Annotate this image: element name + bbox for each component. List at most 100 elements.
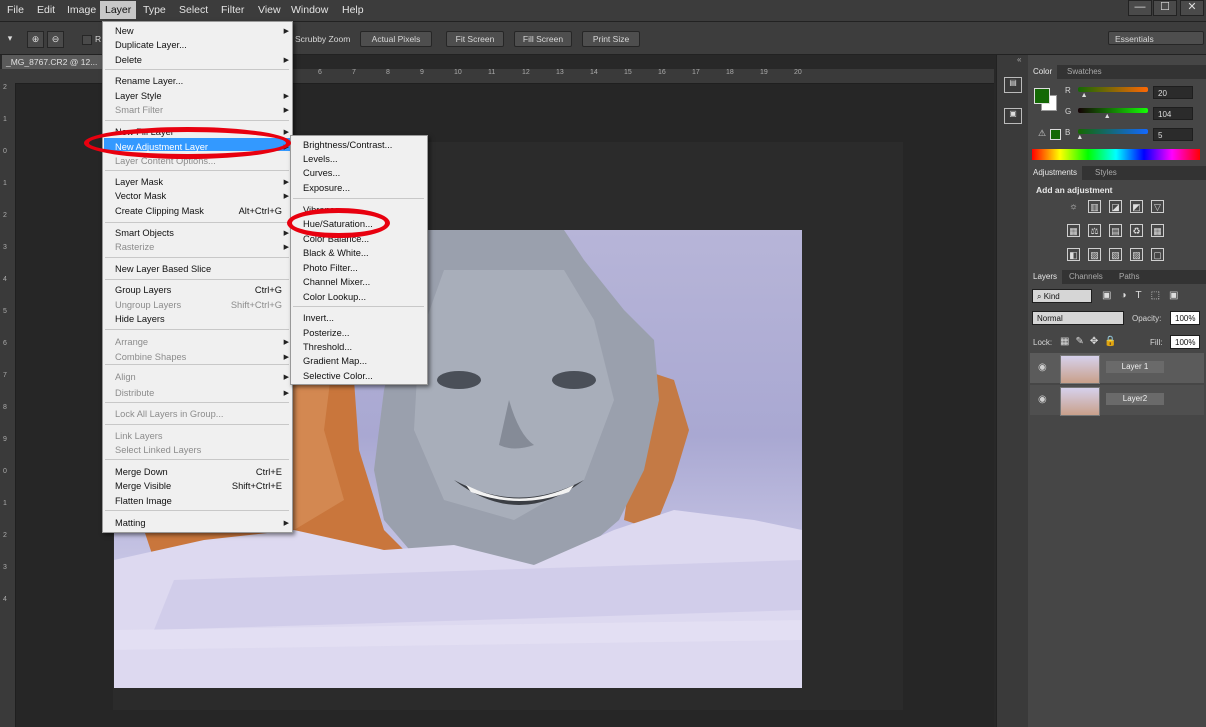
tool-preset-dropdown-icon[interactable]: ▾ xyxy=(4,31,16,46)
menu-item-new-fill-layer[interactable]: New Fill Layer ▶ xyxy=(103,127,292,140)
layer-filter-icons[interactable]: ▣◑T⬚▣ xyxy=(1102,290,1188,301)
gradient-map-adjustment-icon[interactable]: ▨ xyxy=(1130,248,1143,261)
fill-field[interactable]: 100% xyxy=(1170,335,1200,349)
brightness-adjustment-icon[interactable]: ☼ xyxy=(1067,200,1080,213)
menu-item-layer-mask[interactable]: Layer Mask ▶ xyxy=(103,177,292,190)
tab-styles[interactable]: Styles xyxy=(1090,166,1122,180)
document-tab[interactable]: _MG_8767.CR2 @ 12... xyxy=(2,55,106,69)
tab-color[interactable]: Color xyxy=(1028,65,1058,79)
menu-item-link-layers[interactable]: Link Layers xyxy=(103,431,292,444)
menu-help[interactable]: Help xyxy=(342,4,364,16)
menu-item-group-layers[interactable]: Group Layers Ctrl+G xyxy=(103,285,292,298)
menu-type[interactable]: Type xyxy=(143,4,166,16)
menu-item-delete[interactable]: Delete ▶ xyxy=(103,55,292,68)
menu-item-arrange[interactable]: Arrange ▶ xyxy=(103,337,292,350)
photo-filter-adjustment-icon[interactable]: ♻ xyxy=(1130,224,1143,237)
menu-window[interactable]: Window xyxy=(291,4,328,16)
threshold-adjustment-icon[interactable]: ▧ xyxy=(1109,248,1122,261)
tab-paths[interactable]: Paths xyxy=(1114,270,1144,284)
layer-row[interactable]: ◉ Layer 1 xyxy=(1030,353,1204,384)
submenu-item-color-balance[interactable]: Color Balance... xyxy=(303,234,369,244)
print-size-button[interactable]: Print Size xyxy=(582,31,640,47)
lock-icons[interactable]: ▦✎✥🔒 xyxy=(1060,336,1123,347)
zoom-in-icon[interactable]: ⊕ xyxy=(27,31,44,48)
tab-adjustments[interactable]: Adjustments xyxy=(1028,166,1083,180)
menu-edit[interactable]: Edit xyxy=(37,4,55,16)
exposure-adjustment-icon[interactable]: ◩ xyxy=(1130,200,1143,213)
menu-item-merge-visible[interactable]: Merge Visible Shift+Ctrl+E xyxy=(103,481,292,494)
levels-adjustment-icon[interactable]: ▥ xyxy=(1088,200,1101,213)
submenu-item-vibrance[interactable]: Vibrance... xyxy=(303,205,347,215)
submenu-item-black-white[interactable]: Black & White... xyxy=(303,248,369,258)
color-spectrum-bar[interactable] xyxy=(1032,149,1200,160)
submenu-item-channel-mixer[interactable]: Channel Mixer... xyxy=(303,277,370,287)
menu-item-align[interactable]: Align ▶ xyxy=(103,372,292,385)
blue-slider-thumb[interactable]: ▲ xyxy=(1076,134,1083,141)
tab-channels[interactable]: Channels xyxy=(1064,270,1108,284)
menu-item-create-clipping-mask[interactable]: Create Clipping Mask Alt+Ctrl+G xyxy=(103,206,292,219)
selective-color-adjustment-icon[interactable]: ▢ xyxy=(1151,248,1164,261)
menu-item-layer-content-options[interactable]: Layer Content Options... xyxy=(103,156,292,169)
menu-item-merge-down[interactable]: Merge Down Ctrl+E xyxy=(103,467,292,480)
blue-slider[interactable] xyxy=(1078,129,1148,134)
layer-name[interactable]: Layer 1 xyxy=(1106,361,1164,373)
menu-file[interactable]: File xyxy=(7,4,24,16)
fit-screen-button[interactable]: Fit Screen xyxy=(446,31,504,47)
menu-item-smart-objects[interactable]: Smart Objects ▶ xyxy=(103,228,292,241)
blue-value-field[interactable]: 5 xyxy=(1153,128,1193,141)
blend-mode-select[interactable]: Normal xyxy=(1032,311,1124,325)
visibility-eye-icon[interactable]: ◉ xyxy=(1038,362,1047,373)
menu-layer[interactable]: Layer xyxy=(100,1,137,19)
menu-item-new[interactable]: New ▶ xyxy=(103,26,292,39)
green-slider[interactable] xyxy=(1078,108,1148,113)
posterize-adjustment-icon[interactable]: ▨ xyxy=(1088,248,1101,261)
menu-view[interactable]: View xyxy=(258,4,281,16)
vibrance-adjustment-icon[interactable]: ▽ xyxy=(1151,200,1164,213)
red-value-field[interactable]: 20 xyxy=(1153,86,1193,99)
fill-screen-button[interactable]: Fill Screen xyxy=(514,31,572,47)
submenu-item-posterize[interactable]: Posterize... xyxy=(303,328,350,338)
submenu-item-threshold[interactable]: Threshold... xyxy=(303,342,352,352)
submenu-item-exposure[interactable]: Exposure... xyxy=(303,183,350,193)
menu-item-layer-style[interactable]: Layer Style ▶ xyxy=(103,91,292,104)
submenu-item-hue-saturation[interactable]: Hue/Saturation... xyxy=(303,219,373,229)
black-white-adjustment-icon[interactable]: ▤ xyxy=(1109,224,1122,237)
menu-item-combine-shapes[interactable]: Combine Shapes ▶ xyxy=(103,352,292,365)
actual-pixels-button[interactable]: Actual Pixels xyxy=(360,31,432,47)
menu-item-matting[interactable]: Matting ▶ xyxy=(103,518,292,531)
properties-panel-icon[interactable]: ▣ xyxy=(1004,108,1022,124)
tab-layers[interactable]: Layers xyxy=(1028,270,1063,284)
workspace-switcher[interactable]: Essentials xyxy=(1108,31,1204,45)
menu-filter[interactable]: Filter xyxy=(221,4,244,16)
menu-item-rename-layer[interactable]: Rename Layer... xyxy=(103,76,292,89)
menu-item-smart-filter[interactable]: Smart Filter ▶ xyxy=(103,105,292,118)
submenu-item-selective-color[interactable]: Selective Color... xyxy=(303,371,373,381)
tab-swatches[interactable]: Swatches xyxy=(1062,65,1107,79)
invert-adjustment-icon[interactable]: ◧ xyxy=(1067,248,1080,261)
menu-item-rasterize[interactable]: Rasterize ▶ xyxy=(103,242,292,255)
layer-name[interactable]: Layer2 xyxy=(1106,393,1164,405)
channel-mixer-adjustment-icon[interactable]: ▦ xyxy=(1151,224,1164,237)
green-slider-thumb[interactable]: ▲ xyxy=(1104,113,1111,120)
menu-item-distribute[interactable]: Distribute ▶ xyxy=(103,388,292,401)
menu-item-lock-all-layers-in-group[interactable]: Lock All Layers in Group... xyxy=(103,409,292,422)
layer-row[interactable]: ◉ Layer2 xyxy=(1030,385,1204,416)
color-balance-adjustment-icon[interactable]: ⚖ xyxy=(1088,224,1101,237)
submenu-item-invert[interactable]: Invert... xyxy=(303,313,334,323)
menu-image[interactable]: Image xyxy=(67,4,96,16)
scrubby-zoom-label[interactable]: Scrubby Zoom xyxy=(295,34,350,44)
menu-item-vector-mask[interactable]: Vector Mask ▶ xyxy=(103,191,292,204)
menu-item-new-layer-based-slice[interactable]: New Layer Based Slice xyxy=(103,264,292,277)
submenu-item-color-lookup[interactable]: Color Lookup... xyxy=(303,292,366,302)
menu-item-duplicate-layer[interactable]: Duplicate Layer... xyxy=(103,40,292,53)
minimize-button[interactable]: — xyxy=(1128,0,1152,16)
menu-item-flatten-image[interactable]: Flatten Image xyxy=(103,496,292,509)
menu-select[interactable]: Select xyxy=(179,4,208,16)
menu-item-select-linked-layers[interactable]: Select Linked Layers xyxy=(103,445,292,458)
submenu-item-photo-filter[interactable]: Photo Filter... xyxy=(303,263,358,273)
close-button[interactable]: ✕ xyxy=(1180,0,1204,16)
submenu-item-levels[interactable]: Levels... xyxy=(303,154,338,164)
out-of-gamut-warning-icon[interactable]: ⚠ xyxy=(1038,128,1046,139)
visibility-eye-icon[interactable]: ◉ xyxy=(1038,394,1047,405)
gamut-color-swatch[interactable] xyxy=(1050,129,1061,140)
